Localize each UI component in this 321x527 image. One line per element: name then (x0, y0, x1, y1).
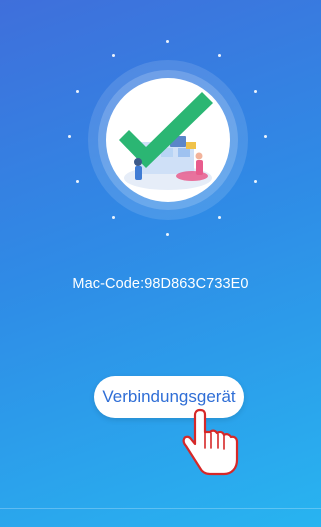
mac-code-label: Mac-Code:98D863C733E0 (72, 276, 249, 292)
illustration-disc (106, 78, 230, 202)
success-illustration (68, 40, 268, 240)
device-connected-screen: Mac-Code:98D863C733E0 Verbindungsgerät (0, 0, 321, 527)
success-checkmark-icon (119, 92, 213, 190)
bottom-divider (0, 508, 321, 509)
pointing-hand-icon (182, 408, 239, 476)
